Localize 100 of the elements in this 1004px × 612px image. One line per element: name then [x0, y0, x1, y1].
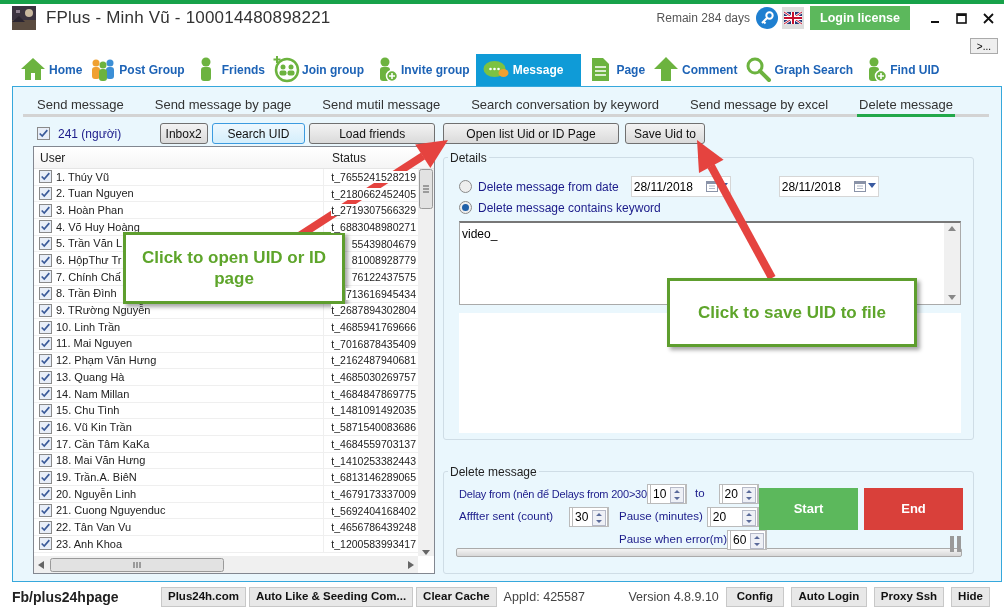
- checkbox[interactable]: [37, 127, 50, 140]
- checkbox[interactable]: [39, 537, 52, 551]
- toolbar-tab[interactable]: Find UID: [859, 54, 942, 86]
- checkbox[interactable]: [39, 187, 52, 201]
- to-label: to: [694, 486, 705, 502]
- checkbox[interactable]: [39, 220, 52, 234]
- toolbar-tab[interactable]: Comment: [651, 54, 740, 86]
- checkbox[interactable]: [39, 303, 52, 317]
- button[interactable]: Search UID: [211, 123, 306, 144]
- toolbar-tab[interactable]: Post Group: [88, 54, 187, 86]
- button[interactable]: Auto Login: [790, 587, 867, 607]
- toolbar-tab[interactable]: Invite group: [370, 54, 472, 86]
- button[interactable]: Save Uid to: [625, 123, 705, 144]
- checkbox[interactable]: [39, 403, 52, 417]
- checkbox[interactable]: [39, 270, 52, 284]
- tab[interactable]: Search conversation by keyword: [469, 95, 661, 117]
- end-button[interactable]: End: [864, 488, 963, 530]
- table-cell: t_4685030269757: [331, 371, 416, 384]
- radio-button[interactable]: [459, 201, 472, 214]
- tab[interactable]: Send message by page: [152, 95, 294, 117]
- button[interactable]: Plus24h.com: [161, 587, 246, 607]
- tab[interactable]: Send message: [35, 95, 126, 117]
- table-cell-text: 18. Mai Văn Hưng: [56, 453, 146, 469]
- pause-icon[interactable]: [949, 536, 963, 552]
- toolbar-tab[interactable]: Friends: [190, 54, 268, 86]
- button[interactable]: Proxy Ssh: [873, 587, 945, 607]
- checkbox[interactable]: [39, 320, 52, 334]
- table-cell: t_6883048980271: [331, 220, 416, 233]
- date-field[interactable]: 28/11/2018: [778, 176, 879, 197]
- pause-label: Pause (minutes): [619, 508, 703, 524]
- button[interactable]: Config: [725, 587, 784, 607]
- toolbar-tab[interactable]: Graph Search: [743, 54, 856, 86]
- flag-icon[interactable]: [782, 7, 804, 29]
- checkbox[interactable]: [39, 237, 52, 251]
- table-cell: t_1481091492035: [331, 404, 416, 417]
- tab[interactable]: Delete message: [857, 95, 955, 117]
- calendar-icon[interactable]: [705, 180, 718, 192]
- button[interactable]: Open list Uid or ID Page: [443, 123, 619, 144]
- tab[interactable]: Send mutil message: [320, 95, 443, 117]
- table-cell-text: 12. Phạm Văn Hưng: [56, 353, 157, 369]
- table-cell-text: 22. Tân Van Vu: [56, 520, 132, 536]
- table-cell-text: 8. Trần Đình: [56, 286, 117, 302]
- checkbox[interactable]: [39, 520, 52, 534]
- radio-button[interactable]: [459, 180, 472, 193]
- spin-arrows-icon: [741, 509, 756, 526]
- table-cell-text: 10. Linh Trần: [56, 319, 121, 335]
- checkbox[interactable]: [39, 504, 52, 518]
- callout-tooltip: Click to open UID or ID page: [123, 232, 345, 304]
- table-cell: t_2180662452405: [331, 187, 416, 200]
- button[interactable]: Hide: [951, 587, 990, 607]
- toolbar-tab[interactable]: Join group: [271, 54, 367, 86]
- checkbox[interactable]: [39, 487, 52, 501]
- pause-error-label: Pause when error(m): [619, 532, 727, 548]
- checkbox[interactable]: [39, 370, 52, 384]
- calendar-icon[interactable]: [853, 180, 866, 192]
- scrollbar[interactable]: [34, 556, 418, 573]
- button[interactable]: Load friends: [309, 123, 435, 144]
- close-icon[interactable]: [983, 12, 994, 24]
- toolbar-tab[interactable]: Page: [585, 54, 648, 86]
- button[interactable]: Auto Like & Seeding Com...: [248, 587, 414, 607]
- key-icon[interactable]: [756, 7, 778, 29]
- toolbar-tab[interactable]: Home: [18, 54, 85, 86]
- checkbox[interactable]: [39, 170, 52, 184]
- table-cell: t_2162487940681: [331, 354, 416, 367]
- button[interactable]: Clear Cache: [416, 587, 497, 607]
- maximize-icon[interactable]: [956, 12, 967, 24]
- remaining-days-text: Remain 284 days: [656, 10, 750, 27]
- window-title: FPlus - Minh Vũ - 100014480898221: [46, 7, 331, 30]
- checkbox[interactable]: [39, 387, 52, 401]
- left-arrow-icon: [38, 560, 44, 569]
- checkbox[interactable]: [39, 454, 52, 468]
- table-cell: t_5692404168402: [331, 504, 416, 517]
- checkbox[interactable]: [39, 437, 52, 451]
- checkbox[interactable]: [39, 287, 52, 301]
- table-cell-text: 7. Chính Chấ: [56, 269, 121, 285]
- button[interactable]: Inbox2: [159, 123, 208, 144]
- table-cell-text: 6. HộpThư Tr: [56, 253, 122, 269]
- column-header: User: [39, 149, 67, 167]
- checkbox[interactable]: [39, 253, 52, 267]
- checkbox[interactable]: [39, 203, 52, 217]
- checkbox[interactable]: [39, 353, 52, 367]
- page-link[interactable]: Fb/plus24hpage: [12, 586, 158, 608]
- search-icon: [745, 56, 774, 84]
- more-button[interactable]: >...: [969, 38, 998, 54]
- delay-label: Delay from (nên để Delays from 200>30: [459, 486, 647, 502]
- table-cell-text: 20. Nguyễn Linh: [56, 486, 137, 502]
- table-cell: t_1200583993417: [331, 537, 416, 550]
- table-cell-text: 13. Quang Hà: [56, 369, 125, 385]
- scrollbar[interactable]: [418, 169, 434, 556]
- checkbox[interactable]: [39, 470, 52, 484]
- column-header: Status: [331, 149, 368, 167]
- checkbox[interactable]: [39, 420, 52, 434]
- right-arrow-icon: [408, 560, 414, 569]
- table-cell-text: 17. Cần Tâm KaKa: [56, 436, 150, 452]
- table-cell-text: 3. Hoàn Phan: [56, 202, 124, 218]
- tab[interactable]: Send message by excel: [688, 95, 831, 117]
- table-cell-text: 2. Tuan Nguyen: [56, 186, 134, 202]
- checkbox[interactable]: [39, 337, 52, 351]
- table-cell: t_4684559703137: [331, 437, 416, 450]
- scrollbar[interactable]: [944, 223, 960, 304]
